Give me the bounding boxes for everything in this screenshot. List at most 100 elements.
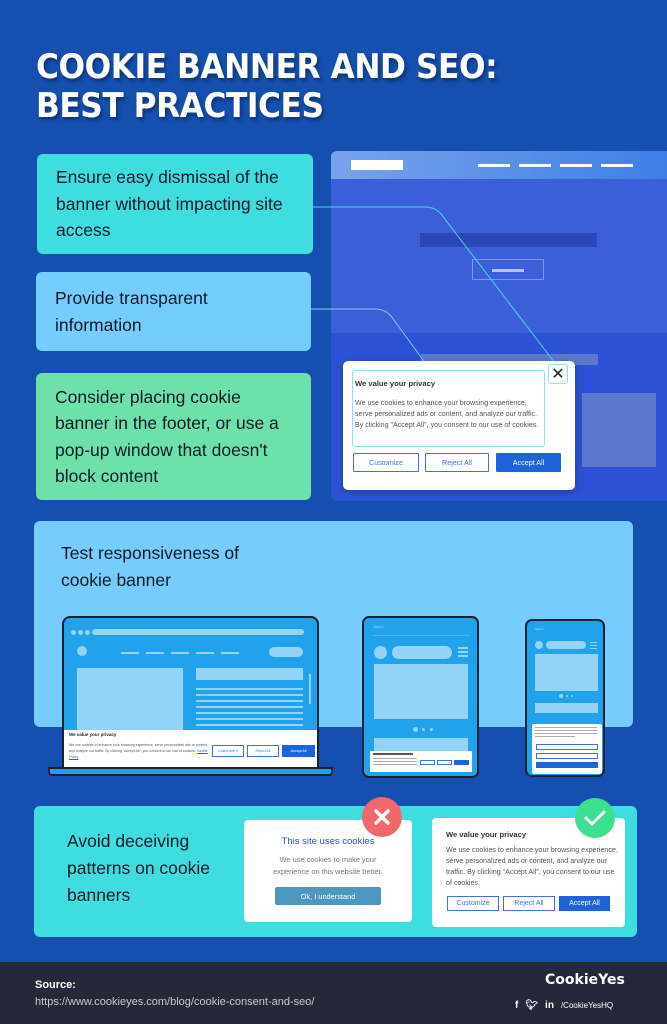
mock-logo [535, 641, 543, 649]
menu-icon [458, 651, 468, 653]
mock-navbar [331, 151, 667, 179]
mock-text-line [196, 712, 303, 714]
consent-text-highlight: We value your privacy We use cookies to … [352, 370, 545, 447]
mock-hero-heading [420, 233, 597, 247]
mock-cta [269, 647, 303, 657]
mock-nav-link [221, 652, 239, 654]
source-label: Source: [35, 979, 76, 991]
close-button[interactable]: ✕ [548, 364, 568, 384]
banner-text-line [535, 730, 597, 731]
customize-button[interactable]: Customize [353, 453, 419, 472]
x-icon [374, 809, 390, 825]
banner-title-line [373, 753, 413, 755]
menu-icon [458, 647, 468, 649]
facebook-icon[interactable]: f [515, 1000, 518, 1011]
menu-icon [590, 642, 597, 644]
tip-banner-placement: Consider placing cookie banner in the fo… [36, 373, 311, 500]
mock-nav-link [560, 164, 592, 167]
phone-reject-button[interactable] [536, 753, 598, 759]
laptop-banner-title: We value your privacy [69, 732, 117, 737]
good-customize-button[interactable]: Customize [447, 896, 499, 911]
window-dot [71, 630, 76, 635]
laptop-reject-button[interactable]: Reject All [247, 745, 279, 757]
mock-heading [196, 668, 303, 680]
mock-search [392, 646, 452, 659]
mock-hero-button [472, 259, 544, 280]
good-example-body: We use cookies to enhance your browsing … [446, 846, 618, 887]
good-reject-button[interactable]: Reject All [503, 896, 555, 911]
banner-text-line [535, 736, 575, 737]
phone-mockup: https:// [525, 619, 605, 777]
mock-nav-link [478, 164, 510, 167]
mock-image [374, 664, 468, 719]
mock-text-line [196, 688, 303, 690]
phone-cookie-banner [532, 724, 602, 774]
phone-accept-button[interactable] [536, 762, 598, 768]
window-dot [85, 630, 90, 635]
social-links: f 🐦︎ in /CookieYesHQ [515, 1000, 613, 1011]
tablet-reject-button[interactable] [437, 760, 452, 765]
banner-text-line [535, 733, 597, 734]
carousel-dot [430, 728, 433, 731]
menu-icon [590, 648, 597, 650]
menu-icon [590, 645, 597, 647]
mock-nav-link [519, 164, 551, 167]
tablet-cookie-banner [370, 751, 472, 772]
wrong-badge [362, 797, 402, 837]
phone-customize-button[interactable] [536, 744, 598, 750]
bad-example-text: We use cookies to make your experience o… [273, 855, 383, 876]
mock-content [535, 703, 598, 713]
deceiving-title: Avoid deceiving patterns on cookie banne… [67, 831, 211, 905]
carousel-dot [571, 695, 573, 697]
tip-easy-dismissal: Ensure easy dismissal of the banner with… [37, 154, 313, 254]
responsiveness-title: Test responsiveness of cookie banner [61, 543, 240, 590]
linkedin-icon[interactable]: in [545, 1000, 554, 1011]
mock-image [77, 668, 183, 736]
banner-text-line [373, 761, 417, 762]
close-icon: ✕ [551, 366, 565, 383]
window-dot [78, 630, 83, 635]
good-example-title: We value your privacy [446, 830, 527, 839]
laptop-accept-button[interactable]: Accept All [282, 745, 315, 757]
tip-text: Consider placing cookie banner in the fo… [55, 386, 279, 487]
twitter-icon[interactable]: 🐦︎ [525, 1000, 538, 1011]
carousel-dot [566, 695, 568, 697]
mock-nav-link [171, 652, 189, 654]
source-link[interactable]: https://www.cookieyes.com/blog/cookie-co… [35, 996, 314, 1008]
mock-logo [77, 646, 87, 656]
laptop-banner-body: We use cookies to enhance your browsing … [69, 742, 209, 760]
laptop-customize-button[interactable]: Customize ▾ [212, 745, 244, 757]
mock-scrollbar [309, 674, 311, 704]
mock-logo [351, 160, 403, 170]
carousel-dot [559, 694, 563, 698]
tip-text: Ensure easy dismissal of the banner with… [56, 167, 283, 241]
correct-badge [575, 798, 615, 838]
mock-logo [374, 646, 387, 659]
reject-all-button[interactable]: Reject All [425, 453, 489, 472]
cookie-consent-modal: We value your privacy We use cookies to … [343, 361, 575, 490]
mock-nav-link [121, 652, 139, 654]
laptop-base [48, 767, 333, 776]
tablet-customize-button[interactable] [420, 760, 435, 765]
banner-text-line [535, 727, 597, 728]
mock-search [546, 641, 586, 649]
mock-text-line [196, 706, 303, 708]
menu-icon [458, 655, 468, 657]
consent-title: We value your privacy [355, 379, 436, 388]
banner-text-line [373, 758, 417, 759]
good-accept-button[interactable]: Accept All [559, 896, 610, 911]
laptop-cookie-banner: We value your privacy We use cookies to … [64, 730, 317, 767]
ok-understand-button[interactable]: Ok, I understand [275, 887, 381, 905]
mock-nav-link [146, 652, 164, 654]
mock-url-bar [92, 629, 304, 635]
page-title: COOKIE BANNER AND SEO: BEST PRACTICES [36, 48, 498, 126]
tablet-accept-button[interactable] [454, 760, 469, 765]
check-icon [584, 810, 606, 826]
carousel-dot [422, 728, 425, 731]
footer: Source: https://www.cookieyes.com/blog/c… [0, 962, 667, 1024]
laptop-banner-text: We use cookies to enhance your browsing … [69, 743, 209, 753]
banner-text-line [373, 764, 417, 765]
mock-text-line [196, 694, 303, 696]
accept-all-button[interactable]: Accept All [496, 453, 561, 472]
bad-example-title: This site uses cookies [281, 836, 375, 847]
